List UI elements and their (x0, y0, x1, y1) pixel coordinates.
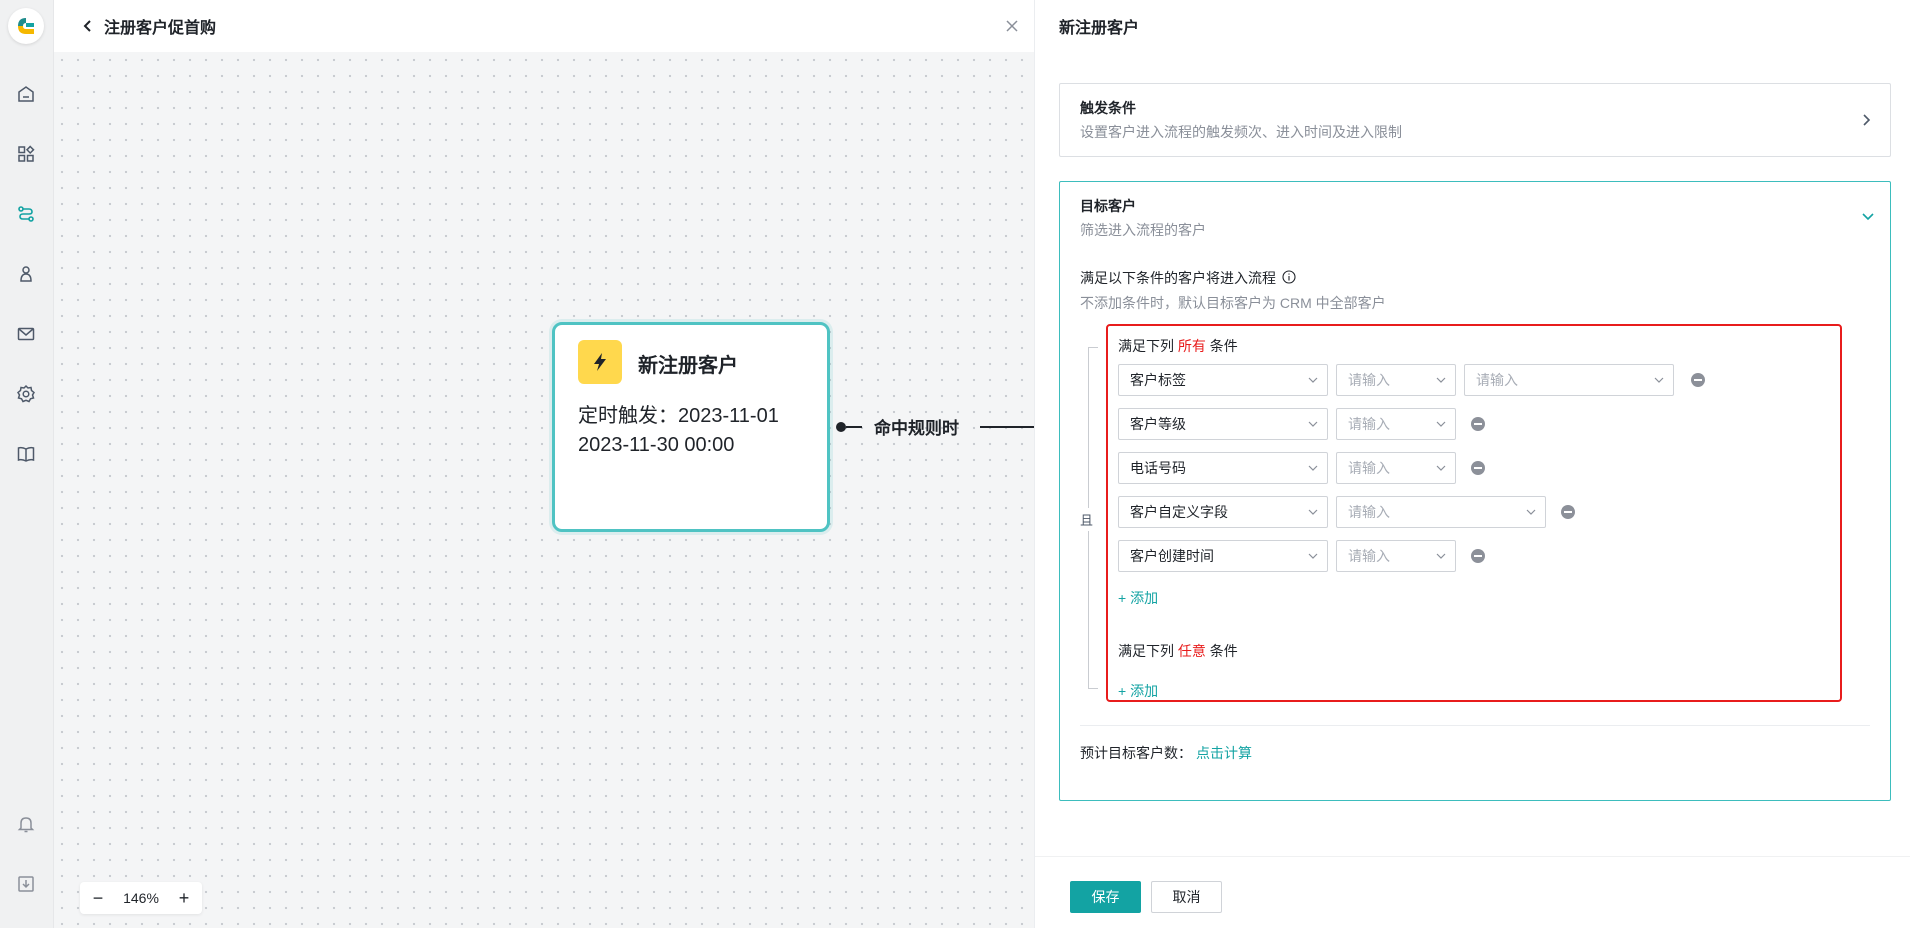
app-logo[interactable] (8, 8, 44, 44)
customers-icon[interactable] (12, 260, 40, 288)
operator-select[interactable]: 请输入 (1336, 364, 1456, 396)
settings-icon[interactable] (12, 380, 40, 408)
value-select[interactable]: 请输入 (1464, 364, 1674, 396)
estimate-label: 预计目标客户数： (1080, 745, 1192, 761)
connector-label: 命中规则时 (874, 419, 959, 438)
field-select[interactable]: 客户创建时间 (1118, 540, 1328, 572)
field-select[interactable]: 客户自定义字段 (1118, 496, 1328, 528)
connector-start-dot[interactable] (836, 422, 846, 432)
close-icon[interactable] (998, 12, 1026, 40)
save-button[interactable]: 保存 (1070, 881, 1141, 913)
trigger-conditions-card[interactable]: 触发条件 设置客户进入流程的触发频次、进入时间及进入限制 (1059, 83, 1891, 157)
calculate-link[interactable]: 点击计算 (1196, 743, 1252, 763)
operator-select[interactable]: 请输入 (1336, 540, 1456, 572)
group-mode: 任意 (1177, 643, 1206, 659)
panel-footer: 保存 取消 (1035, 856, 1910, 928)
add-any-condition-link[interactable]: + 添加 (1118, 681, 1158, 701)
trigger-node-card[interactable]: 新注册客户 定时触发：2023-11-01 2023-11-30 00:00 (552, 322, 830, 532)
conditions-heading: 满足以下条件的客户将进入流程 (1080, 268, 1296, 288)
node-config-panel: 新注册客户 触发条件 设置客户进入流程的触发频次、进入时间及进入限制 目标客户 … (1034, 0, 1910, 928)
all-conditions-heading: 满足下列 所有 条件 (1118, 336, 1238, 356)
remove-condition-icon[interactable] (1471, 417, 1485, 431)
and-label[interactable]: 且 (1080, 508, 1094, 531)
info-icon[interactable] (1282, 269, 1296, 287)
any-conditions-heading: 满足下列 任意 条件 (1118, 641, 1238, 661)
remove-condition-icon[interactable] (1561, 505, 1575, 519)
download-icon[interactable] (12, 870, 40, 898)
card-description: 设置客户进入流程的触发频次、进入时间及进入限制 (1080, 124, 1402, 140)
target-customers-card: 目标客户 筛选进入流程的客户 满足以下条件的客户将进入流程 不添加条件时，默认目… (1059, 181, 1891, 801)
zoom-in-button[interactable]: + (176, 888, 192, 909)
node-title: 新注册客户 (638, 355, 738, 377)
chevron-right-icon[interactable] (1856, 110, 1876, 130)
add-all-condition-link[interactable]: + 添加 (1118, 588, 1158, 608)
canvas-header: 注册客户促首购 (54, 0, 1034, 52)
field-select[interactable]: 客户等级 (1118, 408, 1328, 440)
back-arrow-icon[interactable] (78, 16, 98, 36)
flow-icon[interactable] (12, 200, 40, 228)
conditions-hint: 不添加条件时，默认目标客户为 CRM 中全部客户 (1080, 295, 1386, 311)
zoom-out-button[interactable]: − (90, 888, 106, 909)
divider (1080, 725, 1870, 726)
zoom-control: − 146% + (80, 882, 202, 914)
group-suffix: 条件 (1209, 643, 1238, 659)
group-mode: 所有 (1177, 338, 1206, 354)
remove-condition-icon[interactable] (1471, 461, 1485, 475)
left-nav-rail (0, 0, 54, 928)
card-description: 筛选进入流程的客户 (1080, 222, 1206, 238)
docs-book-icon[interactable] (12, 440, 40, 468)
operator-select[interactable]: 请输入 (1336, 496, 1546, 528)
cancel-button[interactable]: 取消 (1151, 881, 1222, 913)
node-schedule-text: 定时触发：2023-11-01 2023-11-30 00:00 (578, 405, 779, 456)
lightning-icon (578, 340, 622, 384)
connector-line (980, 426, 1034, 428)
chevron-down-icon[interactable] (1858, 206, 1878, 226)
field-select[interactable]: 客户标签 (1118, 364, 1328, 396)
connector-line (846, 426, 862, 428)
remove-condition-icon[interactable] (1471, 549, 1485, 563)
remove-condition-icon[interactable] (1691, 373, 1705, 387)
bell-icon[interactable] (12, 810, 40, 838)
operator-select[interactable]: 请输入 (1336, 408, 1456, 440)
mail-icon[interactable] (12, 320, 40, 348)
conditions-heading-text: 满足以下条件的客户将进入流程 (1080, 270, 1276, 286)
operator-select[interactable]: 请输入 (1336, 452, 1456, 484)
apps-icon[interactable] (12, 140, 40, 168)
panel-title: 新注册客户 (1059, 20, 1140, 37)
group-prefix: 满足下列 (1118, 643, 1174, 659)
group-prefix: 满足下列 (1118, 338, 1174, 354)
field-select[interactable]: 电话号码 (1118, 452, 1328, 484)
flow-canvas[interactable] (54, 52, 1034, 928)
zoom-level: 146% (123, 890, 159, 906)
flow-title: 注册客户促首购 (104, 20, 217, 37)
group-suffix: 条件 (1209, 338, 1238, 354)
home-icon[interactable] (12, 80, 40, 108)
card-title: 目标客户 (1080, 198, 1136, 214)
card-title: 触发条件 (1080, 100, 1136, 116)
